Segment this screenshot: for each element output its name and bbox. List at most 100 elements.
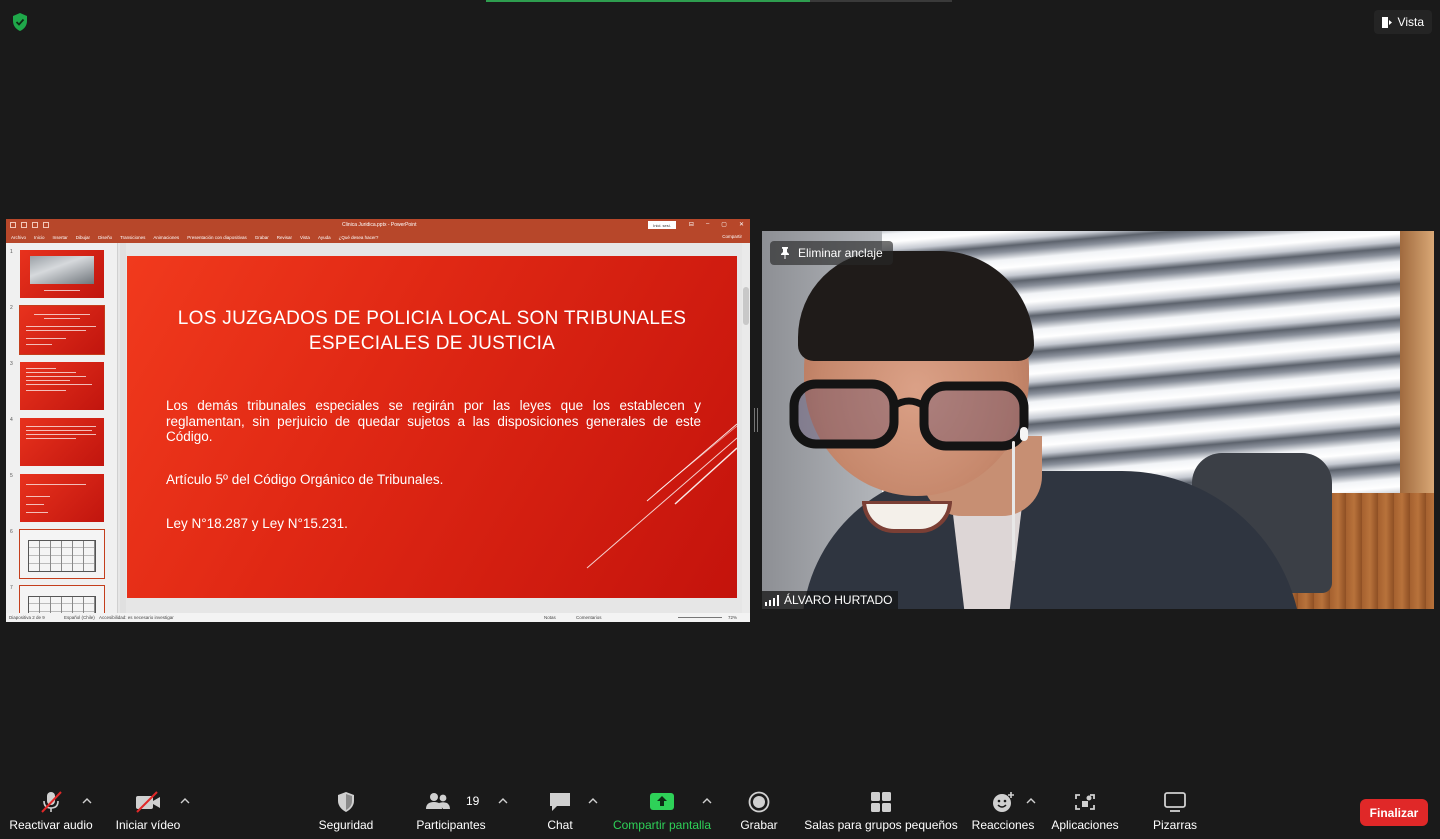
video-earphone-cable — [1012, 441, 1015, 561]
ppt-editor: 1 2 3 4 5 6 7 LOS JUZGADOS DE POLICIA LO… — [6, 243, 750, 613]
breakout-rooms-label: Salas para grupos pequeños — [804, 818, 958, 832]
chevron-up-icon[interactable] — [702, 797, 712, 805]
ribbon-tab: Animaciones — [153, 234, 180, 240]
ribbon-tab: Archivo — [11, 234, 27, 240]
slide-thumbnails: 1 2 3 4 5 6 7 — [6, 243, 118, 613]
shield-check-icon[interactable] — [10, 12, 30, 32]
ribbon-tab: Ayuda — [317, 234, 331, 240]
share-screen-icon — [650, 793, 674, 810]
ribbon-tab: Vista — [300, 234, 310, 240]
ribbon-tab: Inicio — [34, 234, 45, 240]
top-progress-strip — [486, 0, 952, 2]
shared-screen[interactable]: Clinica Juridica.pptx - PowerPoint Inici… — [6, 219, 750, 622]
slide-thumbnail — [20, 362, 104, 410]
participants-icon — [426, 793, 450, 809]
participant-name: ÁLVARO HURTADO — [784, 593, 893, 607]
zoom-meeting-window: Vista Clinica Juridica.pptx - PowerPoint… — [0, 0, 1440, 839]
record-icon — [748, 791, 770, 813]
whiteboards-label: Pizarras — [1152, 818, 1197, 832]
chat-button[interactable]: Chat — [545, 791, 575, 835]
slide-paragraph: Los demás tribunales especiales se regir… — [166, 398, 701, 444]
view-label: Vista — [1397, 15, 1424, 29]
ribbon-tab: Diseño — [98, 234, 113, 240]
chat-icon — [550, 793, 570, 811]
ribbon-tab: Insertar — [52, 234, 68, 240]
ribbon-tab: Dibujar — [75, 234, 91, 240]
quick-access-toolbar — [10, 222, 49, 228]
vertical-scrollbar[interactable] — [742, 243, 750, 613]
thumb-number: 1 — [10, 249, 13, 255]
share-screen-button[interactable]: Compartir pantalla — [612, 791, 712, 835]
ppt-user-badge: Inici. sesi. — [648, 221, 676, 229]
split-view-handle[interactable] — [754, 408, 758, 432]
window-controls: ⊟ – ▢ ✕ — [688, 221, 744, 228]
shield-icon — [338, 792, 354, 812]
participants-label: Participantes — [416, 818, 486, 832]
chevron-up-icon[interactable] — [498, 797, 508, 805]
record-button[interactable]: Grabar — [740, 791, 778, 835]
ppt-title-bar: Clinica Juridica.pptx - PowerPoint Inici… — [6, 219, 750, 231]
ribbon-tab: Grabar — [254, 234, 269, 240]
slide-article: Artículo 5º del Código Orgánico de Tribu… — [166, 472, 444, 487]
apps-button[interactable]: Aplicaciones — [1050, 791, 1120, 835]
slide-thumbnail-selected — [19, 305, 105, 355]
participant-video[interactable]: Eliminar anclaje ÁLVARO HURTADO — [762, 231, 1434, 609]
current-slide: LOS JUZGADOS DE POLICIA LOCAL SON TRIBUN… — [127, 256, 737, 598]
breakout-rooms-button[interactable]: Salas para grupos pequeños — [804, 791, 958, 835]
slide-title: LOS JUZGADOS DE POLICIA LOCAL SON TRIBUN… — [177, 308, 687, 354]
slide-laws: Ley N°18.287 y Ley N°15.231. — [166, 516, 348, 531]
security-button[interactable]: Seguridad — [318, 791, 374, 835]
status-zoom: 72% — [728, 615, 738, 620]
video-person-glasses — [789, 379, 1029, 451]
chevron-up-icon[interactable] — [1026, 797, 1036, 805]
share-screen-label: Compartir pantalla — [612, 818, 712, 832]
thumb-number: 4 — [10, 417, 13, 423]
slide-thumbnail — [20, 418, 104, 466]
ppt-share-label: Compartir — [722, 234, 742, 239]
ppt-window-title: Clinica Juridica.pptx - PowerPoint — [342, 222, 417, 228]
start-video-button[interactable]: Iniciar vídeo — [114, 791, 182, 835]
video-earbud — [1020, 427, 1028, 441]
status-notes: Notas — [544, 615, 556, 620]
status-accessibility: Accesibilidad: es necesario investigar — [99, 615, 174, 620]
whiteboards-button[interactable]: Pizarras — [1152, 791, 1198, 835]
thumb-number: 2 — [10, 305, 13, 311]
reactions-label: Reacciones — [971, 818, 1035, 832]
unpin-label: Eliminar anclaje — [798, 246, 883, 260]
participants-count: 19 — [466, 794, 480, 808]
unpin-button[interactable]: Eliminar anclaje — [770, 241, 893, 265]
status-comments: Comentarios — [576, 615, 602, 620]
slide-thumbnail — [20, 250, 104, 298]
view-button[interactable]: Vista — [1373, 10, 1432, 34]
start-video-label: Iniciar vídeo — [115, 818, 181, 832]
signal-icon — [765, 594, 779, 606]
end-meeting-button[interactable]: Finalizar — [1360, 799, 1428, 826]
thumb-number: 6 — [10, 529, 13, 535]
chevron-up-icon[interactable] — [180, 797, 190, 805]
slide-thumbnail — [20, 474, 104, 522]
apps-label: Aplicaciones — [1051, 818, 1119, 832]
zoom-slider — [678, 617, 722, 618]
chevron-up-icon[interactable] — [82, 797, 92, 805]
reactions-icon — [993, 792, 1014, 812]
apps-icon — [1075, 794, 1095, 810]
reactions-button[interactable]: Reacciones — [972, 791, 1034, 835]
pin-icon — [781, 247, 789, 259]
mic-muted-icon — [41, 791, 62, 813]
ppt-status-bar: Diapositiva 2 de 9 Español (Chile) Acces… — [6, 613, 750, 622]
view-icon — [1381, 16, 1392, 28]
pane-splitter — [120, 243, 126, 613]
thumb-number: 7 — [10, 585, 13, 591]
ppt-ribbon-tabs: Archivo Inicio Insertar Dibujar Diseño T… — [6, 231, 750, 243]
thumb-number: 3 — [10, 361, 13, 367]
chevron-up-icon[interactable] — [588, 797, 598, 805]
security-label: Seguridad — [318, 818, 374, 832]
ribbon-tab: Presentación con diapositivas — [187, 234, 247, 240]
slide-thumbnail — [19, 585, 105, 613]
record-label: Grabar — [740, 818, 778, 832]
thumb-number: 5 — [10, 473, 13, 479]
unmute-button[interactable]: Reactivar audio — [9, 791, 93, 835]
chat-label: Chat — [547, 818, 573, 832]
slide-thumbnail — [19, 529, 105, 579]
participant-name-tag: ÁLVARO HURTADO — [762, 591, 899, 609]
